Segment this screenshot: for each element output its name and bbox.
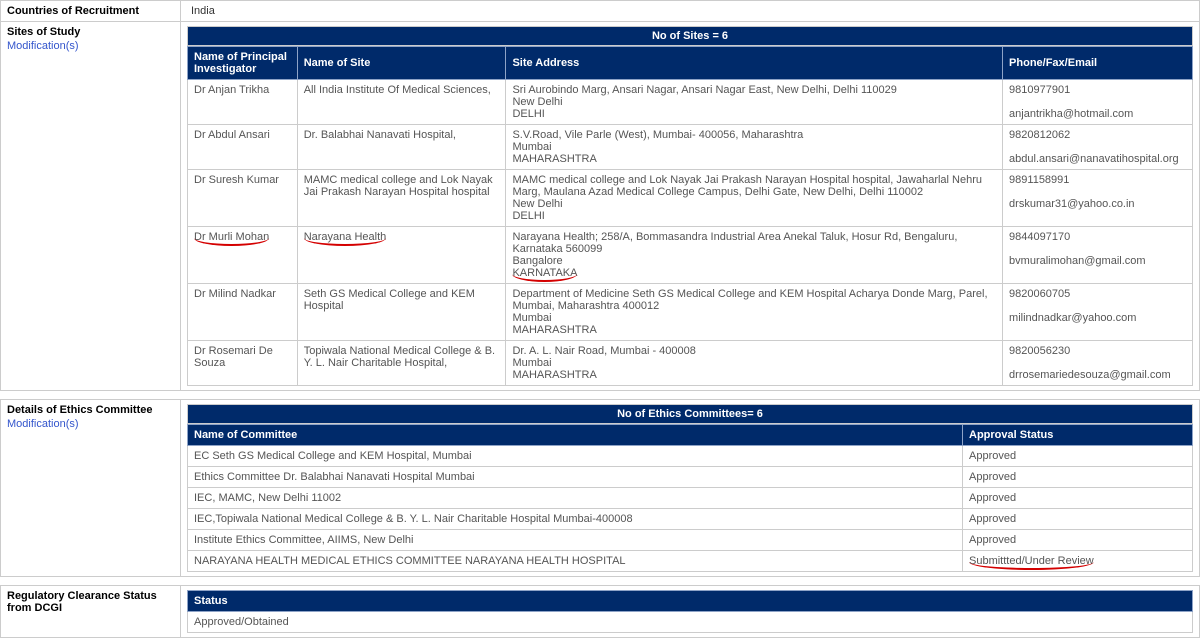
addr-l3: KARNATAKA [512, 267, 577, 279]
addr: Dr. A. L. Nair Road, Mumbai - 400008 Mum… [506, 341, 1003, 386]
site: Narayana Health [297, 227, 506, 284]
phone: 9891158991 [1009, 174, 1069, 186]
status: Approved [963, 509, 1193, 530]
pi: Dr Rosemari De Souza [188, 341, 298, 386]
contact: 9810977901 anjantrikha@hotmail.com [1003, 80, 1193, 125]
table-row: Ethics Committee Dr. Balabhai Nanavati H… [188, 467, 1193, 488]
email: drrosemariedesouza@gmail.com [1009, 369, 1171, 381]
label-ethics-text: Details of Ethics Committee [7, 404, 152, 416]
row-countries: Countries of Recruitment India [1, 1, 1200, 22]
label-sites: Sites of Study Modification(s) [1, 22, 181, 391]
site: Seth GS Medical College and KEM Hospital [297, 284, 506, 341]
addr-l1: Narayana Health; 258/A, Bommasandra Indu… [512, 231, 957, 255]
committee: IEC,Topiwala National Medical College & … [188, 509, 963, 530]
details-table: Countries of Recruitment India Sites of … [0, 0, 1200, 638]
phone: 9820056230 [1009, 345, 1070, 357]
col-contact: Phone/Fax/Email [1003, 47, 1193, 80]
email: bvmuralimohan@gmail.com [1009, 255, 1146, 267]
committee: Institute Ethics Committee, AIIMS, New D… [188, 530, 963, 551]
site: Topiwala National Medical College & B. Y… [297, 341, 506, 386]
status: Approved [963, 530, 1193, 551]
contact: 9820060705 milindnadkar@yahoo.com [1003, 284, 1193, 341]
phone: 9844097170 [1009, 231, 1070, 243]
pi: Dr Milind Nadkar [188, 284, 298, 341]
ethics-cell: No of Ethics Committees= 6 Name of Commi… [181, 400, 1200, 577]
pi: Dr Suresh Kumar [188, 170, 298, 227]
contact: 9820056230 drrosemariedesouza@gmail.com [1003, 341, 1193, 386]
label-countries: Countries of Recruitment [1, 1, 181, 22]
addr: Department of Medicine Seth GS Medical C… [506, 284, 1003, 341]
col-approval: Approval Status [963, 425, 1193, 446]
table-row: Dr Murli Mohan Narayana Health Narayana … [188, 227, 1193, 284]
col-status: Status [188, 591, 1193, 612]
link-ethics-modifications[interactable]: Modification(s) [7, 418, 174, 430]
table-row: Dr Rosemari De Souza Topiwala National M… [188, 341, 1193, 386]
status: Approved [963, 488, 1193, 509]
site-text: Narayana Health [304, 231, 387, 243]
table-row: Dr Suresh Kumar MAMC medical college and… [188, 170, 1193, 227]
email: drskumar31@yahoo.co.in [1009, 198, 1135, 210]
table-row: EC Seth GS Medical College and KEM Hospi… [188, 446, 1193, 467]
value-countries: India [181, 1, 1200, 22]
row-sites: Sites of Study Modification(s) No of Sit… [1, 22, 1200, 391]
committee: Ethics Committee Dr. Balabhai Nanavati H… [188, 467, 963, 488]
status-value: Approved/Obtained [188, 612, 1193, 633]
status: Submittted/Under Review [963, 551, 1193, 572]
contact: 9844097170 bvmuralimohan@gmail.com [1003, 227, 1193, 284]
sites-header: No of Sites = 6 [187, 26, 1193, 46]
table-row: NARAYANA HEALTH MEDICAL ETHICS COMMITTEE… [188, 551, 1193, 572]
status: Approved [963, 467, 1193, 488]
email: milindnadkar@yahoo.com [1009, 312, 1136, 324]
phone: 9820060705 [1009, 288, 1070, 300]
link-sites-modifications[interactable]: Modification(s) [7, 40, 174, 52]
ethics-header: No of Ethics Committees= 6 [187, 404, 1193, 424]
status: Approved [963, 446, 1193, 467]
regulatory-cell: Status Approved/Obtained [181, 586, 1200, 638]
addr-l2: Bangalore [512, 255, 562, 267]
table-row: Dr Anjan Trikha All India Institute Of M… [188, 80, 1193, 125]
addr: Narayana Health; 258/A, Bommasandra Indu… [506, 227, 1003, 284]
status-text: Submittted/Under Review [969, 555, 1094, 567]
addr: S.V.Road, Vile Parle (West), Mumbai- 400… [506, 125, 1003, 170]
email: anjantrikha@hotmail.com [1009, 108, 1133, 120]
table-row: IEC, MAMC, New Delhi 11002Approved [188, 488, 1193, 509]
site: All India Institute Of Medical Sciences, [297, 80, 506, 125]
phone: 9820812062 [1009, 129, 1070, 141]
email: abdul.ansari@nanavatihospital.org [1009, 153, 1179, 165]
committee: IEC, MAMC, New Delhi 11002 [188, 488, 963, 509]
sites-table: Name of Principal Investigator Name of S… [187, 46, 1193, 386]
col-addr: Site Address [506, 47, 1003, 80]
committee: EC Seth GS Medical College and KEM Hospi… [188, 446, 963, 467]
table-row: Approved/Obtained [188, 612, 1193, 633]
table-row: IEC,Topiwala National Medical College & … [188, 509, 1193, 530]
label-regulatory: Regulatory Clearance Status from DCGI [1, 586, 181, 638]
col-committee: Name of Committee [188, 425, 963, 446]
contact: 9891158991 drskumar31@yahoo.co.in [1003, 170, 1193, 227]
ethics-table: Name of Committee Approval Status EC Set… [187, 424, 1193, 572]
site: Dr. Balabhai Nanavati Hospital, [297, 125, 506, 170]
row-ethics: Details of Ethics Committee Modification… [1, 400, 1200, 577]
pi: Dr Abdul Ansari [188, 125, 298, 170]
contact: 9820812062 abdul.ansari@nanavatihospital.… [1003, 125, 1193, 170]
col-site: Name of Site [297, 47, 506, 80]
table-row: Institute Ethics Committee, AIIMS, New D… [188, 530, 1193, 551]
col-pi: Name of Principal Investigator [188, 47, 298, 80]
label-sites-text: Sites of Study [7, 26, 80, 38]
regulatory-table: Status Approved/Obtained [187, 590, 1193, 633]
row-regulatory: Regulatory Clearance Status from DCGI St… [1, 586, 1200, 638]
pi-text: Dr Murli Mohan [194, 231, 269, 243]
committee: NARAYANA HEALTH MEDICAL ETHICS COMMITTEE… [188, 551, 963, 572]
table-row: Dr Milind Nadkar Seth GS Medical College… [188, 284, 1193, 341]
addr: Sri Aurobindo Marg, Ansari Nagar, Ansari… [506, 80, 1003, 125]
label-ethics: Details of Ethics Committee Modification… [1, 400, 181, 577]
phone: 9810977901 [1009, 84, 1070, 96]
pi: Dr Murli Mohan [188, 227, 298, 284]
table-row: Dr Abdul Ansari Dr. Balabhai Nanavati Ho… [188, 125, 1193, 170]
pi: Dr Anjan Trikha [188, 80, 298, 125]
addr: MAMC medical college and Lok Nayak Jai P… [506, 170, 1003, 227]
site: MAMC medical college and Lok Nayak Jai P… [297, 170, 506, 227]
sites-cell: No of Sites = 6 Name of Principal Invest… [181, 22, 1200, 391]
